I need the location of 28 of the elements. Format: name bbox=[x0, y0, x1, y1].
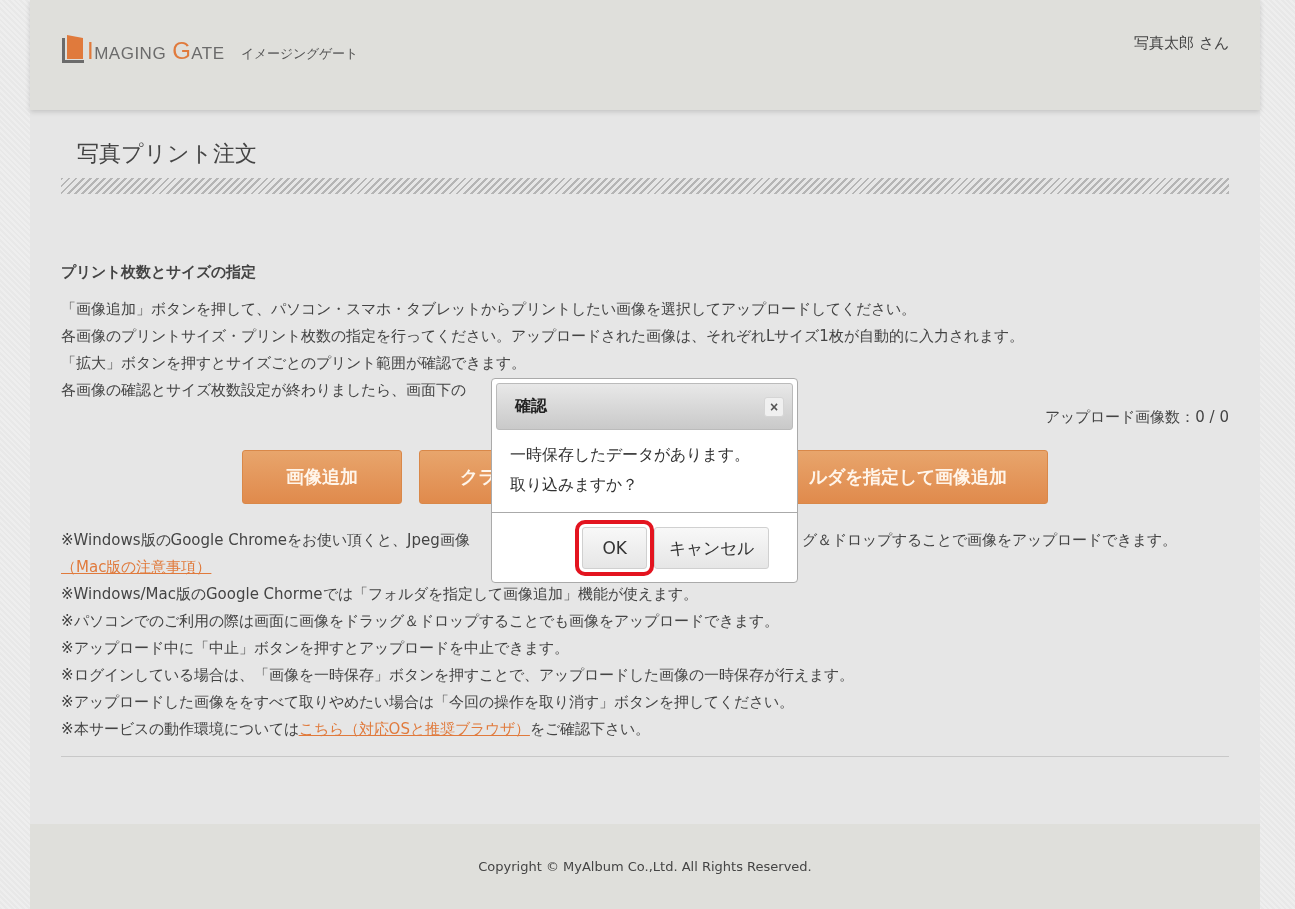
logo-wordmark: GATE bbox=[172, 41, 225, 64]
note-text: ※パソコンでのご利用の際は画面に画像をドラッグ＆ドロップすることでも画像をアップロードできます。 bbox=[61, 611, 779, 632]
copyright-text: Copyright © MyAlbum Co.,Ltd. All Rights Reserved. bbox=[478, 859, 812, 874]
close-button[interactable]: × bbox=[764, 396, 784, 417]
book-logo-icon bbox=[61, 34, 85, 64]
note-text: ※アップロード中に「中止」ボタンを押すとアップロードを中止できます。 bbox=[61, 638, 569, 659]
add-image-button[interactable]: 画像追加 bbox=[242, 450, 402, 504]
logo-subtitle: イメージングゲート bbox=[240, 45, 358, 63]
dialog-title: 確認 bbox=[515, 396, 547, 417]
section-heading: プリント枚数とサイズの指定 bbox=[61, 262, 257, 282]
upload-count: アップロード画像数：0 / 0 bbox=[1045, 407, 1229, 428]
note-text: ※Windows版のGoogle Chromeをお使い頂くと、Jpeg画像 bbox=[61, 530, 470, 551]
note-text: グ＆ドロップすることで画像をアップロードできます。 bbox=[802, 530, 1177, 551]
note-text: ※アップロードした画像ををすべて取りやめたい場合は「今回の操作を取り消す」ボタンを押してください。 bbox=[61, 692, 794, 713]
page-title: 写真プリント注文 bbox=[77, 140, 258, 168]
cancel-button[interactable]: キャンセル bbox=[654, 527, 769, 569]
instruction-text: 「拡大」ボタンを押すとサイズごとのプリント範囲が確認できます。 bbox=[61, 353, 526, 374]
instruction-text: 「画像追加」ボタンを押して、パソコン・スマホ・タブレットからプリントしたい画像を選択してアップロードしてください。 bbox=[61, 299, 916, 320]
instruction-text: 各画像のプリントサイズ・プリント枚数の指定を行ってください。アップロードされた画像は、それぞれLサイズ1枚が自動的に入力されます。 bbox=[61, 326, 1024, 347]
environment-link[interactable]: こちら（対応OSと推奨ブラウザ） bbox=[298, 720, 530, 738]
note-text: ※Windows/Mac版のGoogle Chormeでは「フォルダを指定して画像追加」機能が使えます。 bbox=[61, 584, 698, 605]
dialog-message: 取り込みますか？ bbox=[510, 474, 639, 496]
mac-notes-link[interactable]: （Mac版の注意事項） bbox=[61, 558, 212, 576]
note-text: ※本サービスの動作環境についてはこちら（対応OSと推奨ブラウザ）をご確認下さい。 bbox=[61, 719, 650, 740]
logo-wordmark: IMAGING bbox=[87, 41, 167, 64]
instruction-text: 各画像の確認とサイズ枚数設定が終わりましたら、画面下の bbox=[61, 380, 466, 401]
user-name: 写真太郎 さん bbox=[1134, 34, 1229, 53]
note-text: ※ログインしている場合は、「画像を一時保存」ボタンを押すことで、アップロードした画像の一時保存が行えます。 bbox=[61, 665, 854, 686]
